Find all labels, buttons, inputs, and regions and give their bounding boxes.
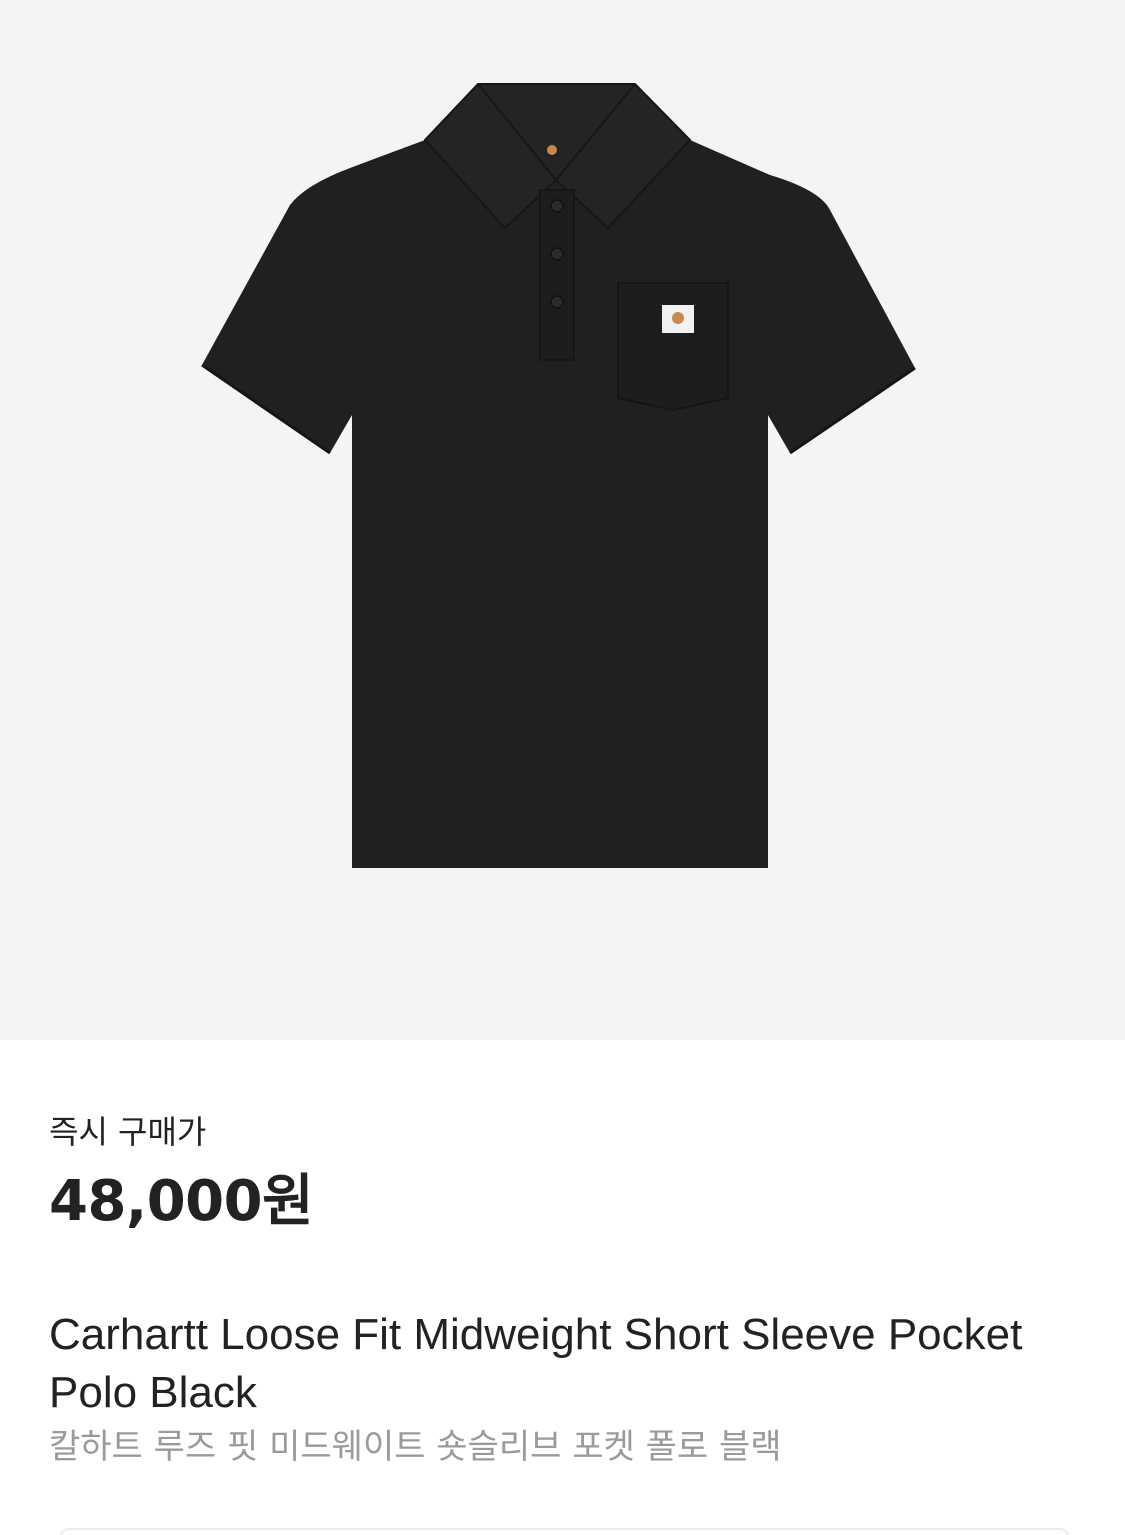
product-title-korean: 칼하트 루즈 핏 미드웨이트 숏슬리브 포켓 폴로 블랙 bbox=[49, 1427, 782, 1467]
price-value: 48,000원 bbox=[49, 1169, 314, 1234]
product-detail-page: 즉시 구매가 48,000원 Carhartt Loose Fit Midwei… bbox=[0, 0, 1125, 1535]
price-label: 즉시 구매가 bbox=[49, 1113, 207, 1151]
product-image[interactable] bbox=[0, 0, 1125, 1040]
next-section-card-edge bbox=[60, 1528, 1069, 1535]
product-image-area[interactable] bbox=[0, 0, 1125, 1040]
polo-shirt-illustration bbox=[201, 83, 916, 868]
product-title-english: Carhartt Loose Fit Midweight Short Sleev… bbox=[49, 1310, 1023, 1417]
